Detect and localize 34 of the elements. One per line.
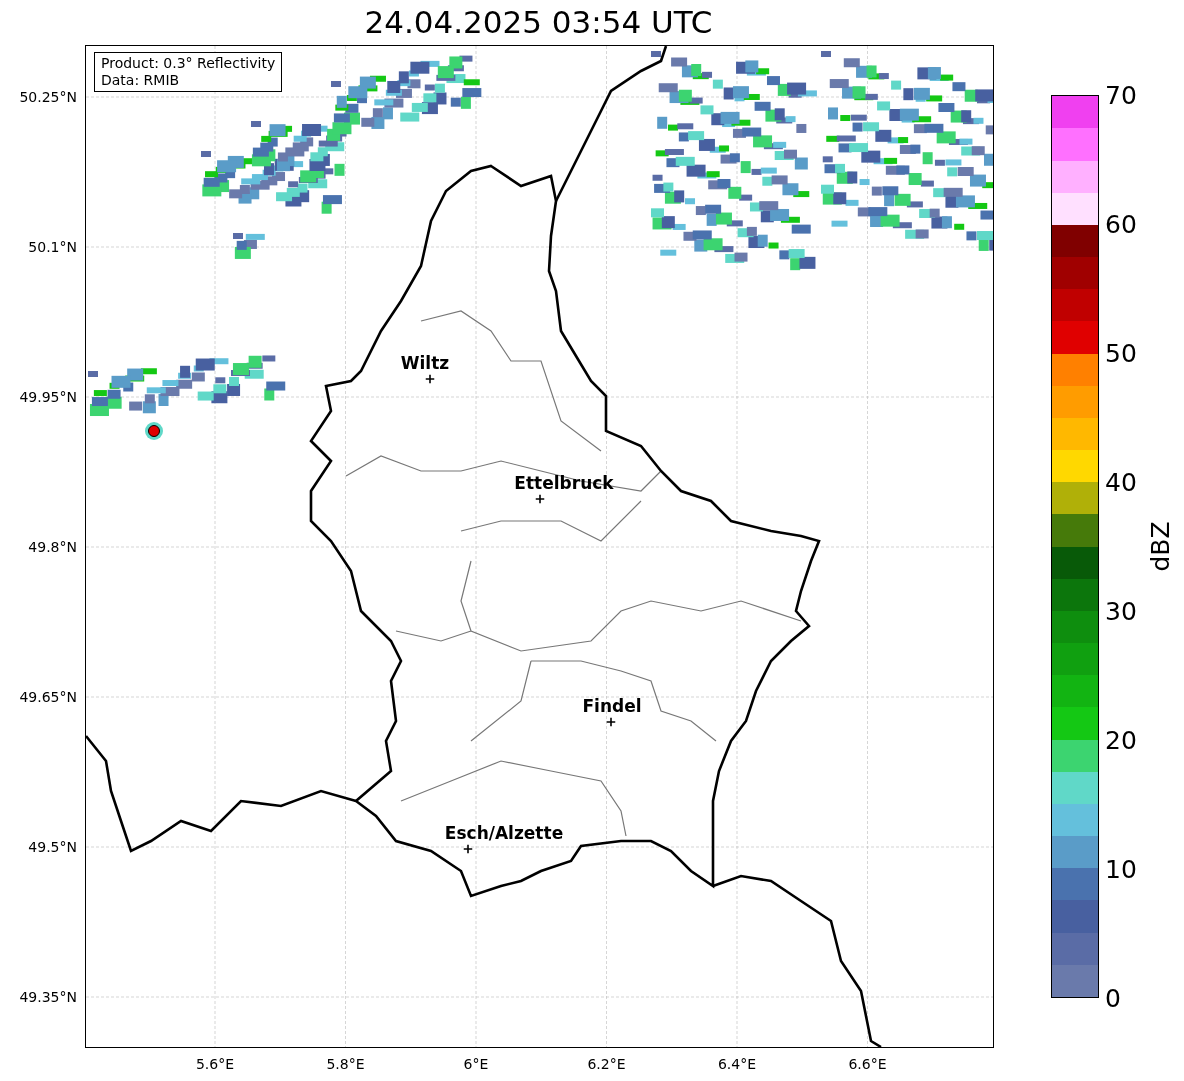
- latitude-label: 49.5°N: [28, 839, 77, 855]
- cross-marker-icon: [606, 717, 616, 727]
- longitude-label: 5.6°E: [195, 1056, 235, 1072]
- station-marker-icon: [148, 425, 160, 437]
- latitude-label: 49.95°N: [19, 389, 77, 405]
- longitude-label: 6.6°E: [848, 1056, 887, 1072]
- city-label: Wiltz: [400, 353, 450, 373]
- cross-marker-icon: [463, 844, 473, 854]
- city-label: Esch/Alzette: [444, 823, 564, 843]
- scale-tick-label: 10: [1105, 856, 1137, 882]
- longitude-label: 6.4°E: [717, 1056, 757, 1072]
- latitude-label: 49.35°N: [19, 989, 77, 1005]
- cross-marker-icon: [535, 494, 545, 504]
- scale-tick-label: 50: [1105, 340, 1137, 366]
- scale-tick-label: 30: [1105, 598, 1137, 624]
- city-label: Findel: [582, 696, 642, 716]
- city-label: Ettelbruck: [514, 473, 614, 493]
- scale-tick-label: 0: [1105, 985, 1121, 1011]
- latitude-label: 49.8°N: [28, 539, 77, 555]
- scale-tick-label: 40: [1105, 469, 1137, 495]
- scale-tick-label: 60: [1105, 211, 1137, 237]
- info-text: Product: 0.3° Reflectivity: [101, 55, 276, 72]
- chart-title: 24.04.2025 03:54 UTC: [364, 7, 713, 38]
- longitude-label: 6.2°E: [587, 1056, 626, 1072]
- info-text: Data: RMIB: [101, 72, 181, 89]
- longitude-label: 5.8°E: [326, 1056, 365, 1072]
- longitude-label: 6°E: [463, 1056, 489, 1072]
- cross-marker-icon: [425, 374, 435, 384]
- scale-tick-label: 20: [1105, 727, 1137, 753]
- latitude-label: 50.25°N: [19, 89, 77, 105]
- latitude-label: 50.1°N: [28, 239, 77, 255]
- scale-unit-label: dBZ: [1145, 521, 1175, 572]
- scale-tick-label: 70: [1105, 82, 1137, 108]
- latitude-label: 49.65°N: [19, 689, 77, 705]
